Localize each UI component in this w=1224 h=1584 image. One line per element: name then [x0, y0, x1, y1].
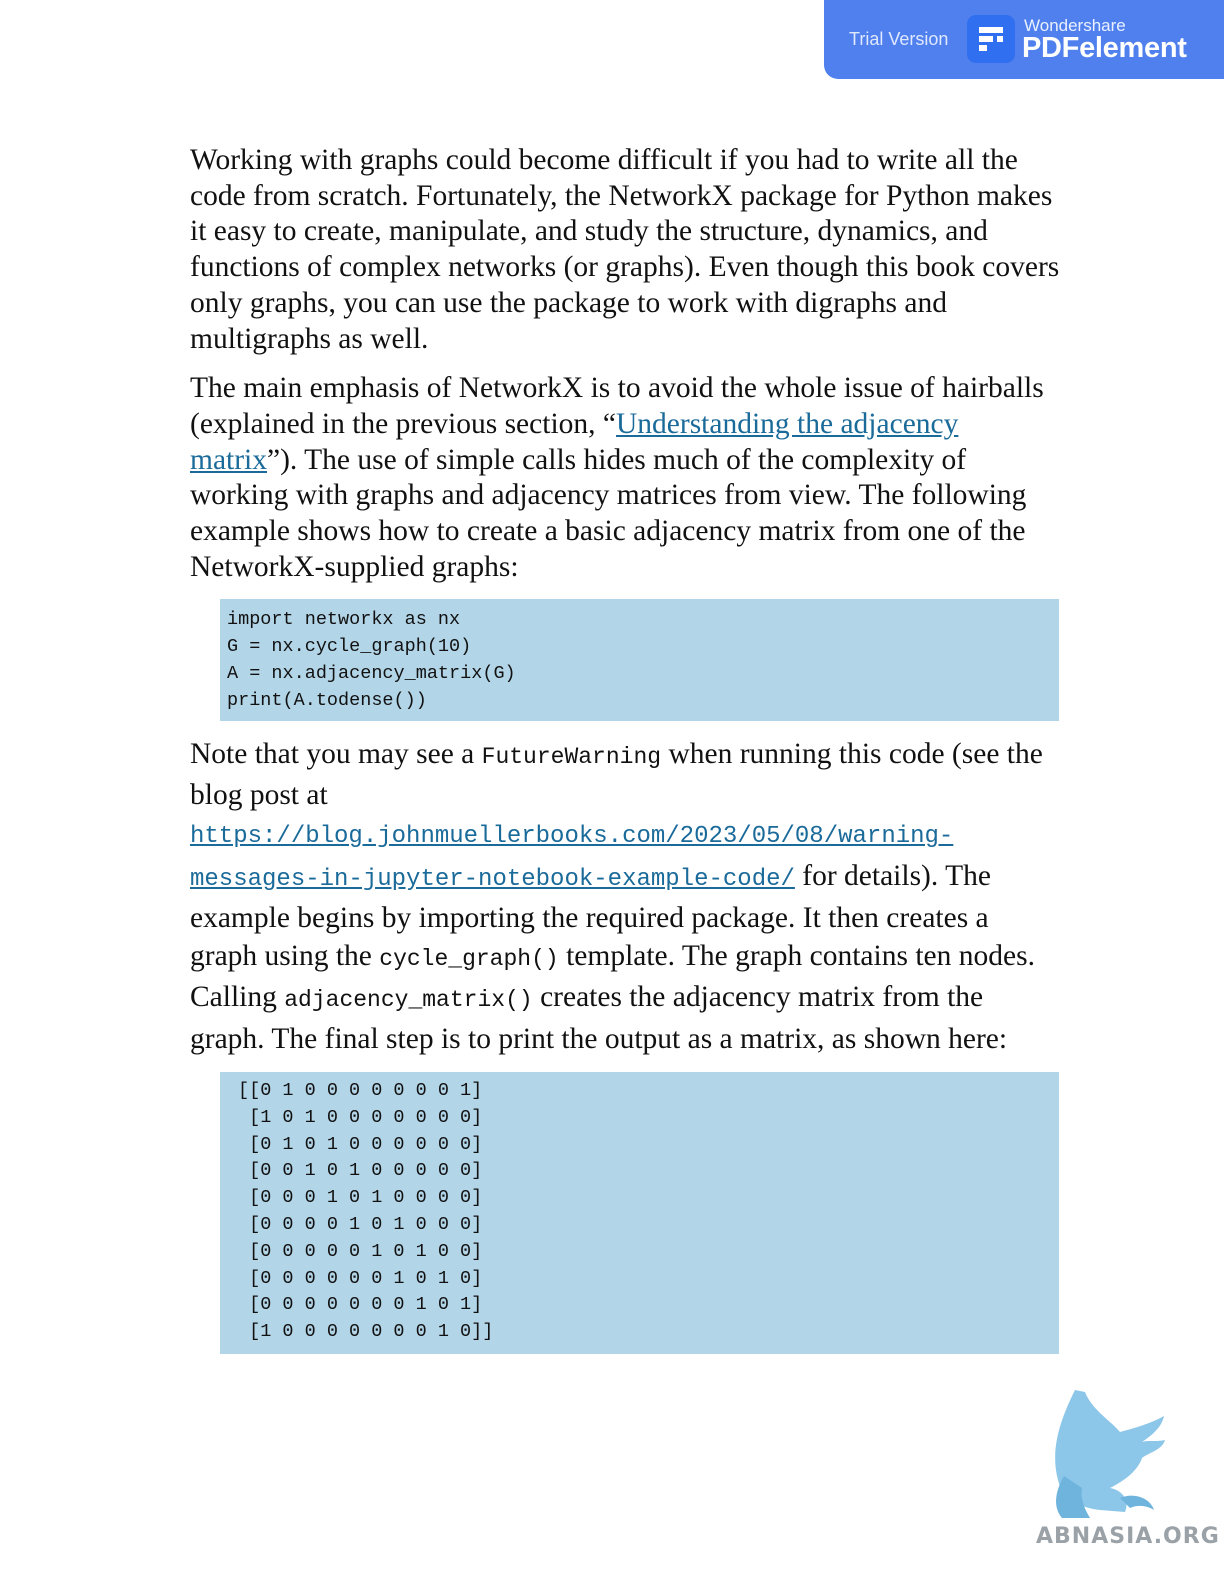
para3-text-1: Note that you may see a [190, 737, 482, 770]
matrix-row: [0 0 1 0 1 0 0 0 0 0] [238, 1160, 483, 1182]
future-warning-code: FutureWarning [481, 743, 662, 770]
matrix-row: [0 1 0 1 0 0 0 0 0 0] [238, 1133, 483, 1155]
paragraph-future-warning: Note that you may see a FutureWarning wh… [190, 735, 1062, 1058]
cycle-graph-code: cycle_graph() [379, 946, 559, 973]
matrix-row: [[0 1 0 0 0 0 0 0 0 1] [238, 1080, 483, 1101]
paragraph-networkx-emphasis: The main emphasis of NetworkX is to avoi… [190, 371, 1062, 585]
paragraph-networkx-intro: Working with graphs could become difficu… [190, 144, 1060, 355]
trial-banner[interactable]: Trial Version Wondershare PDFelement [824, 0, 1224, 79]
para2-text-b: ”). The use of simple calls hides much o… [190, 443, 1027, 583]
brand-big-label: PDFelement [1022, 32, 1187, 64]
code-block-example: import networkx as nx G = nx.cycle_graph… [220, 599, 1059, 721]
code-line: print(A.todense()) [227, 689, 427, 711]
trial-version-label: Trial Version [849, 29, 949, 49]
code-line: G = nx.cycle_graph(10) [227, 636, 472, 658]
page-content: Working with graphs could become difficu… [190, 143, 1062, 1368]
matrix-row: [0 0 0 0 0 0 0 1 0 1] [238, 1294, 483, 1316]
matrix-row: [0 0 0 1 0 1 0 0 0 0] [238, 1187, 483, 1209]
watermark-text: ABNASIA.ORG [1036, 1524, 1220, 1549]
matrix-row: [0 0 0 0 0 1 0 1 0 0] [238, 1240, 483, 1262]
code-line: A = nx.adjacency_matrix(G) [227, 663, 516, 685]
griffin-logo-icon [1030, 1380, 1210, 1580]
code-line: import networkx as nx [227, 609, 461, 631]
matrix-row: [1 0 0 0 0 0 0 0 1 0]] [238, 1321, 494, 1343]
adjacency-matrix-code: adjacency_matrix() [284, 987, 533, 1014]
code-block-matrix-output: [[0 1 0 0 0 0 0 0 0 1] [1 0 1 0 0 0 0 0 … [220, 1072, 1059, 1354]
matrix-row: [0 0 0 0 0 0 1 0 1 0] [238, 1267, 483, 1289]
pdfelement-logo-icon [967, 15, 1015, 63]
matrix-row: [0 0 0 0 1 0 1 0 0 0] [238, 1213, 483, 1235]
matrix-row: [1 0 1 0 0 0 0 0 0 0] [238, 1106, 483, 1128]
